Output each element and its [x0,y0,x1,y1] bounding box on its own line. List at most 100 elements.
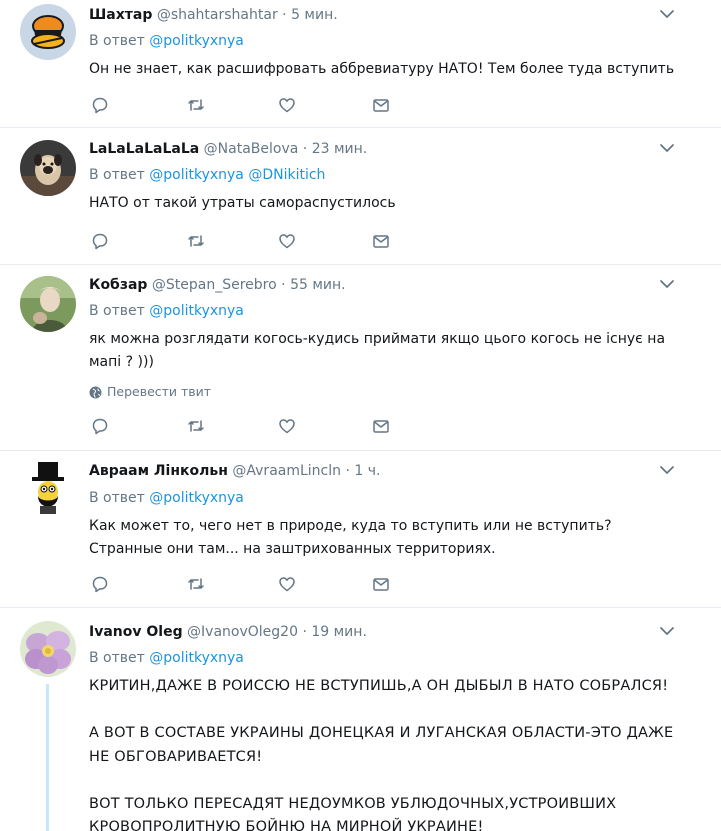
timestamp[interactable]: 55 мин. [290,277,346,293]
retweet-button[interactable] [185,573,207,595]
reply-prefix: В ответ [89,33,145,49]
tweet-text-line: ВОТ ТОЛЬКО ПЕРЕСАДЯТ НЕДОУМКОВ УБЛЮДОЧНЫ… [89,795,617,812]
user-handle[interactable]: @IvanovOleg20 [187,624,298,640]
reply-context: В ответ @politkyxnya [89,489,244,507]
tweet-text: КРИТИН,ДАЖЕ В РОИССЮ НЕ ВСТУПИШЬ,А ОН ДЫ… [89,675,689,831]
envelope-icon [373,99,389,112]
reply-button[interactable] [89,94,111,116]
tweet-text-line: Странные они там... на заштрихованных те… [89,541,496,557]
timestamp[interactable]: 1 ч. [354,463,380,479]
reply-context: В ответ @politkyxnya [89,32,244,50]
heart-icon [279,234,295,249]
heart-icon [279,577,295,592]
avatar[interactable] [20,276,76,332]
reply-button[interactable] [89,230,111,252]
avatar[interactable] [20,621,76,677]
reply-context: В ответ @politkyxnya [89,302,244,320]
tweet[interactable]: Авраам Лінкольн @AvraamLincln · 1 ч. В о… [0,451,721,608]
retweet-icon [188,235,204,247]
mention-link[interactable]: @politkyxnya [149,33,244,49]
retweet-icon [188,99,204,111]
avatar[interactable] [20,4,76,60]
separator-dot: · [302,141,308,157]
direct-message-button[interactable] [370,94,392,116]
tweet[interactable]: Шахтар @shahtarshahtar · 5 мин. В ответ … [0,0,721,128]
reply-icon [92,97,108,114]
mention-link[interactable]: @politkyxnya [149,490,244,506]
envelope-icon [373,578,389,591]
tweet-actions [89,230,399,252]
chevron-down-icon[interactable] [659,462,675,478]
direct-message-button[interactable] [370,573,392,595]
dog-photo-icon [20,140,76,196]
heart-icon [279,419,295,434]
tweet-text: Как может то, чего нет в природе, куда т… [89,515,689,561]
tweet-text-line: КРОВОПРОЛИТНУЮ БОЙНЮ НА МИРНОЙ УКРАИНЕ! [89,819,484,831]
timestamp[interactable]: 19 мин. [311,624,367,640]
timestamp[interactable]: 5 мин. [291,7,338,23]
display-name[interactable]: Кобзар [89,277,147,293]
thread-connector-line [46,684,49,831]
display-name[interactable]: Авраам Лінкольн [89,463,228,479]
like-button[interactable] [276,415,298,437]
tweet-text-line: як можна розглядати когось-кудись прийма… [89,331,666,347]
reply-context: В ответ @politkyxnya @DNikitich [89,166,325,184]
reply-prefix: В ответ [89,650,145,666]
tweet-text-line: НЕ ОБГОВАРИВАЕТСЯ! [89,748,263,765]
tweet-text: НАТО от такой утраты самораспустилось [89,192,689,215]
tweet-actions [89,573,399,595]
tweet-text-line: КРИТИН,ДАЖЕ В РОИССЮ НЕ ВСТУПИШЬ,А ОН ДЫ… [89,678,669,694]
tweet-text-line: Как может то, чего нет в природе, куда т… [89,518,612,534]
user-handle[interactable]: @Stepan_Serebro [152,277,277,293]
direct-message-button[interactable] [370,415,392,437]
translate-label[interactable]: Перевести твит [107,384,211,400]
chevron-down-icon[interactable] [659,140,675,156]
user-handle[interactable]: @shahtarshahtar [157,7,278,23]
reply-icon [92,233,108,250]
display-name[interactable]: Шахтар [89,7,152,23]
reply-button[interactable] [89,415,111,437]
separator-dot: · [282,7,287,23]
separator-dot: · [302,624,307,640]
display-name[interactable]: LaLaLaLaLaLa [89,141,199,157]
tweet-text: як можна розглядати когось-кудись прийма… [89,328,689,374]
timestamp[interactable]: 23 мин. [312,141,368,157]
chevron-down-icon[interactable] [659,623,675,639]
avatar[interactable] [20,460,76,516]
retweet-button[interactable] [185,230,207,252]
tweet-text-line: НАТО от такой утраты самораспустилось [89,195,396,211]
envelope-icon [373,235,389,248]
person-photo-icon [20,276,76,332]
tweet-text-line: Он не знает, как расшифровать аббревиату… [89,61,675,77]
reply-context: В ответ @politkyxnya [89,649,244,667]
user-handle[interactable]: @AvraamLincln [232,463,341,479]
tweet-text-line [89,769,689,793]
reply-prefix: В ответ [89,490,145,506]
mention-link[interactable]: @politkyxnya [149,303,244,319]
like-button[interactable] [276,94,298,116]
mention-link[interactable]: @politkyxnya [149,167,244,183]
retweet-button[interactable] [185,94,207,116]
tweet[interactable]: Кобзар @Stepan_Serebro · 55 мин. В ответ… [0,265,721,451]
display-name[interactable]: Ivanov Oleg [89,624,183,640]
reply-icon [92,576,108,593]
separator-dot: · [345,463,350,479]
chevron-down-icon[interactable] [659,276,675,292]
reply-button[interactable] [89,573,111,595]
envelope-icon [373,420,389,433]
user-handle[interactable]: @NataBelova [204,141,299,157]
retweet-button[interactable] [185,415,207,437]
avatar[interactable] [20,140,76,196]
direct-message-button[interactable] [370,230,392,252]
mention-link[interactable]: @DNikitich [248,167,325,183]
reply-prefix: В ответ [89,303,145,319]
mention-link[interactable]: @politkyxnya [149,650,244,666]
translate-tweet-link[interactable]: Перевести твит [89,384,211,400]
tweet-actions [89,415,399,437]
like-button[interactable] [276,230,298,252]
tweet[interactable]: Ivanov Oleg @IvanovOleg20 · 19 мин. В от… [0,608,721,831]
chevron-down-icon[interactable] [659,6,675,22]
flower-photo-icon [20,621,76,677]
tweet[interactable]: LaLaLaLaLaLa @NataBelova · 23 мин. В отв… [0,128,721,265]
like-button[interactable] [276,573,298,595]
